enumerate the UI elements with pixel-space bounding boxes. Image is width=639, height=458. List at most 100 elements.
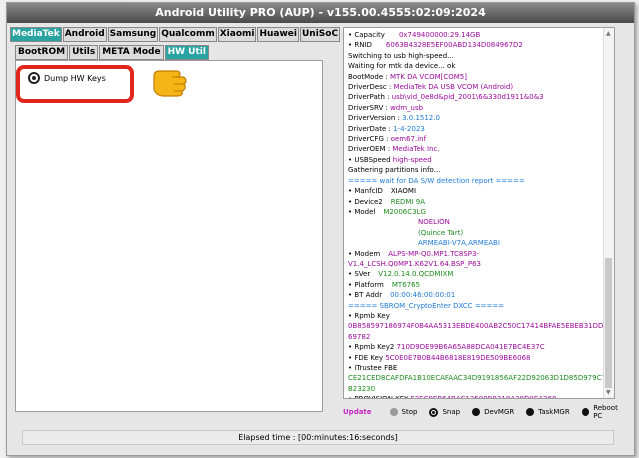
- log-text: (Quince Tart): [418, 228, 464, 237]
- log-text: high-speed: [392, 155, 432, 164]
- tab-huawei[interactable]: Huawei: [257, 27, 299, 42]
- update-link[interactable]: Update: [343, 408, 372, 416]
- log-line: Switching to usb high-speed...: [348, 51, 606, 61]
- log-text: oem67.inf: [390, 135, 427, 144]
- tab-samsung[interactable]: Samsung: [107, 27, 159, 42]
- log-text: 00:00:46:00:00:01: [390, 291, 456, 300]
- taskmgr-option[interactable]: TaskMGR: [526, 408, 570, 416]
- tab-qualcomm[interactable]: Qualcomm: [159, 27, 217, 42]
- highlight-box: [16, 65, 134, 103]
- log-text: DriverDate :: [348, 124, 394, 133]
- black-dot-icon[interactable]: [472, 408, 481, 416]
- log-text: DriverOEM :: [348, 145, 393, 154]
- log-line: • USBSpeed high-speed: [348, 155, 606, 165]
- log-text: ===== wait for DA S/W detection report =…: [348, 176, 525, 185]
- log-text: CE21CED8CAFDFA1B10ECAFAAC34D9191856AF22D…: [348, 374, 615, 383]
- log-line: CE21CED8CAFDFA1B10ECAFAAC34D9191856AF22D…: [348, 373, 614, 383]
- black-dot-icon[interactable]: [526, 408, 535, 416]
- log-line: • Modem ALPS-MP-Q0.MP1.TC8SP3-: [348, 249, 606, 259]
- subtab-meta-mode[interactable]: META Mode: [99, 45, 164, 60]
- log-text: MT6765: [391, 280, 421, 289]
- subtab-bootrom[interactable]: BootROM: [15, 45, 69, 60]
- log-text: • Model: [348, 207, 376, 216]
- snap-option[interactable]: Snap: [429, 407, 460, 417]
- tab-unisoc[interactable]: UniSoC: [300, 27, 341, 42]
- stop-option[interactable]: Stop: [389, 408, 418, 416]
- log-text: Gathering partitions info...: [348, 166, 441, 175]
- hw-util-panel: [15, 60, 323, 412]
- log-text: 710D9DE99B6A65A88DCA041E7BC4E37C: [396, 343, 545, 352]
- log-text: • Device2: [348, 197, 383, 206]
- radio-dot-icon[interactable]: [429, 407, 439, 417]
- scroll-thumb[interactable]: [605, 258, 612, 388]
- tab-xiaomi[interactable]: Xiaomi: [217, 27, 257, 42]
- dump-hw-keys-option[interactable]: Dump HW Keys: [28, 72, 106, 84]
- log-text: BootMode :: [348, 72, 390, 81]
- log-text: • iTrustee FBE: [348, 364, 398, 372]
- log-text: • FDE Key: [348, 353, 386, 362]
- option-label: TaskMGR: [538, 408, 570, 416]
- log-line: (Quince Tart): [348, 228, 606, 238]
- log-text: F3EC9EB64BAC13509B8318A38D0EA268: [411, 395, 557, 398]
- log-text: • ManfcID: [348, 187, 383, 196]
- log-text: • RNID: [348, 41, 372, 50]
- sub-tabs: BootROM Utils META Mode HW Util: [15, 45, 210, 60]
- log-line: NOELION: [348, 217, 606, 227]
- log-text: DriverPath :: [348, 93, 392, 102]
- log-line: V1.4_LCSH.Q0MP1.K62V1.64.BSP_P63: [348, 259, 606, 269]
- log-line: • FDE Key 5C0E0E7B0B44B6818E819DE509BE60…: [348, 353, 606, 363]
- log-line: • PROVISION KEY F3EC9EB64BAC13509B8318A3…: [348, 394, 606, 398]
- log-line: DriverDesc : MediaTek DA USB VCOM (Andro…: [348, 82, 606, 92]
- log-text: • Platform: [348, 280, 384, 289]
- log-line: BootMode : MTK DA VCOM[COM5]: [348, 72, 606, 82]
- log-text: usb\vid_0e8d&pid_2001\6&330d1911&0&3: [391, 93, 544, 102]
- log-text: • BT Addr: [348, 291, 383, 300]
- log-text: V12.0.14.0.QCDMIXM: [378, 270, 454, 279]
- dump-hw-keys-label: Dump HW Keys: [44, 73, 106, 83]
- log-text: REDMI 9A: [390, 197, 425, 206]
- log-text: 6063B4328E5EF00ABD134D084967D2: [385, 41, 523, 50]
- log-scrollbar[interactable]: ▲ ▼: [603, 28, 614, 398]
- subtab-utils[interactable]: Utils: [69, 45, 99, 60]
- log-text: XIAOMI: [390, 187, 417, 196]
- tab-android[interactable]: Android: [62, 27, 107, 42]
- log-text: 5C0E0E7B0B44B6818E819DE509BE6068: [385, 353, 531, 362]
- option-label: Stop: [401, 408, 418, 416]
- log-text: B23230: [348, 384, 376, 393]
- log-text: 3.0.1512.0: [402, 114, 440, 123]
- log-text: 69782: [348, 332, 371, 341]
- log-text: ===== SBROM_CryptoEnter DXCC =====: [348, 301, 505, 310]
- log-line: DriverSRV : wdm_usb: [348, 103, 606, 113]
- log-line: • iTrustee FBE: [348, 363, 606, 373]
- main-tabs: MediaTek Android Samsung Qualcomm Xiaomi Huaw…: [10, 27, 341, 42]
- log-line: • ManfcID XIAOMI: [348, 186, 606, 196]
- log-line: Gathering partitions info...: [348, 165, 606, 175]
- log-line: B23230: [348, 384, 606, 394]
- log-text: MediaTek Inc.: [392, 145, 440, 154]
- black-dot-icon[interactable]: [581, 408, 590, 416]
- radio-icon[interactable]: [28, 72, 40, 84]
- log-text: 0B858597186974F0B4AA5313EBDE400AB2C50C17…: [348, 322, 615, 331]
- reboot-pc-option[interactable]: Reboot PC: [581, 404, 627, 420]
- grey-dot-icon[interactable]: [389, 408, 398, 416]
- scroll-down-icon[interactable]: ▼: [606, 389, 611, 396]
- log-text: Switching to usb high-speed...: [348, 51, 454, 60]
- log-line: • Rpmb Key: [348, 311, 606, 321]
- log-line: DriverDate : 1-4-2023: [348, 124, 606, 134]
- log-text: DriverDesc :: [348, 83, 394, 92]
- devmgr-option[interactable]: DevMGR: [472, 408, 514, 416]
- tab-mediatek[interactable]: MediaTek: [10, 27, 62, 42]
- log-line: • Platform MT6765: [348, 280, 606, 290]
- option-label: DevMGR: [484, 408, 515, 416]
- log-line: 69782: [348, 332, 606, 342]
- log-lines: • Capacity 0x749400000:29.14GB • RNID 6063B…: [348, 30, 614, 398]
- log-text: • Rpmb Key: [348, 311, 390, 320]
- log-text: V1.4_LCSH.Q0MP1.K62V1.64.BSP_P63: [348, 259, 481, 268]
- log-line: DriverCFG : oem67.inf: [348, 134, 606, 144]
- log-line: ===== wait for DA S/W detection report =…: [348, 176, 606, 186]
- log-line: DriverVersion : 3.0.1512.0: [348, 113, 606, 123]
- log-text: DriverSRV :: [348, 103, 391, 112]
- scroll-up-icon[interactable]: ▲: [606, 30, 611, 37]
- subtab-hw-util[interactable]: HW Util: [164, 45, 209, 60]
- log-panel[interactable]: • Capacity 0x749400000:29.14GB • RNID 6063B…: [343, 27, 615, 399]
